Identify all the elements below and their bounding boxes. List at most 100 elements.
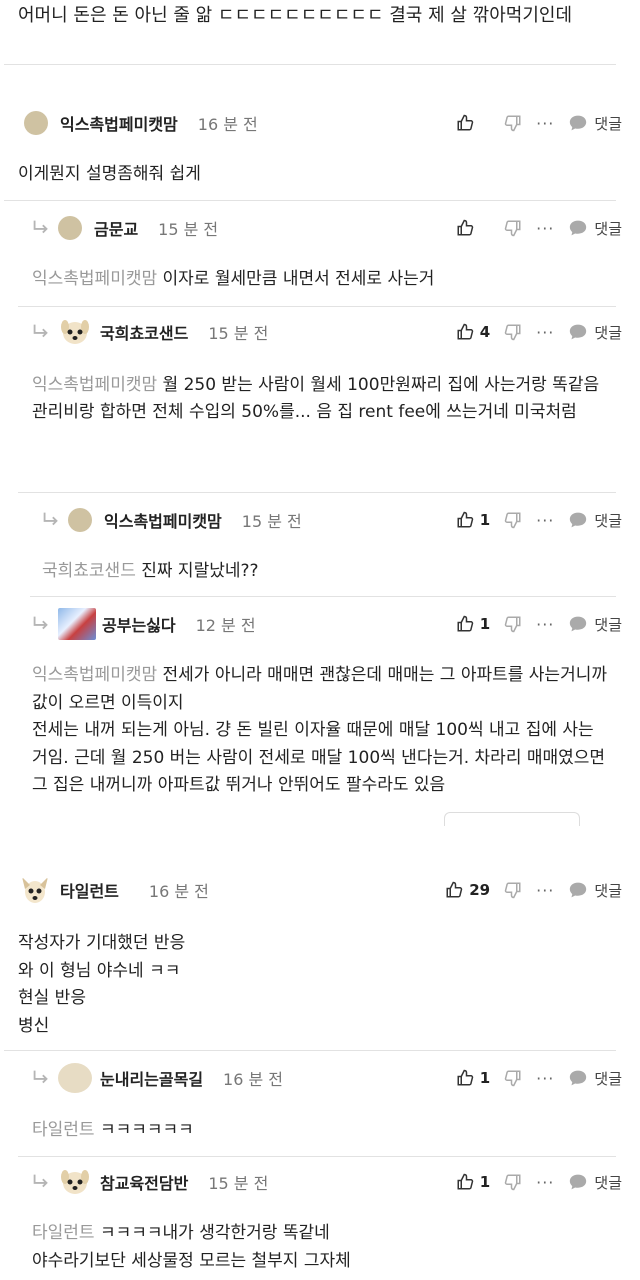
speech-bubble-icon bbox=[570, 324, 587, 340]
reply-arrow-icon bbox=[33, 1174, 48, 1188]
reply-arrow-icon bbox=[33, 220, 48, 234]
like-button[interactable]: 1 bbox=[456, 1069, 490, 1087]
comment-text: 이자로 월세만큼 내면서 전세로 사는거 bbox=[162, 269, 435, 289]
comment-actions: 4 ··· 댓글 bbox=[442, 314, 622, 350]
reply-arrow-icon bbox=[33, 324, 48, 338]
comment-time: 16 분 전 bbox=[223, 1070, 284, 1089]
like-count: 1 bbox=[479, 1069, 491, 1087]
more-options-button[interactable]: ··· bbox=[536, 1173, 554, 1192]
more-options-button[interactable]: ··· bbox=[536, 881, 554, 900]
reply-button[interactable]: 댓글 bbox=[568, 614, 622, 635]
comment-body: 타일런트 ㅋㅋㅋㅋ내가 생각한거랑 똑같네 야수라기보단 세상물정 모르는 철부… bbox=[32, 1220, 351, 1275]
dog-avatar[interactable] bbox=[58, 1165, 92, 1199]
thumbs-up-icon bbox=[446, 881, 463, 898]
dislike-button[interactable] bbox=[504, 1173, 522, 1191]
like-button[interactable]: 1 bbox=[456, 615, 490, 633]
more-options-button[interactable]: ··· bbox=[536, 511, 554, 530]
comment-author[interactable]: 눈내리는골목길 bbox=[100, 1066, 203, 1090]
reply-button[interactable]: 댓글 bbox=[568, 880, 622, 901]
like-button[interactable]: 4 bbox=[456, 323, 490, 341]
comment-body: 타일런트 ㅋㅋㅋㅋㅋㅋ bbox=[32, 1116, 194, 1144]
divider bbox=[18, 306, 616, 307]
comment-header: 타일런트 16 분 전 bbox=[18, 872, 209, 908]
comment-header: 눈내리는골목길 16 분 전 bbox=[30, 1060, 283, 1096]
reply-button[interactable]: 댓글 bbox=[568, 510, 622, 531]
divider bbox=[4, 200, 616, 201]
comment-header: 익스촉법페미캣맘 16 분 전 bbox=[24, 105, 258, 141]
more-options-button[interactable]: ··· bbox=[536, 219, 554, 238]
dislike-button[interactable] bbox=[504, 511, 522, 529]
reply-button[interactable]: 댓글 bbox=[568, 322, 622, 343]
avatar[interactable] bbox=[24, 111, 48, 135]
like-button[interactable]: 29 bbox=[445, 881, 490, 899]
like-button[interactable]: 1 bbox=[456, 511, 490, 529]
mention-link[interactable]: 타일런트 bbox=[32, 1223, 95, 1243]
comment-author[interactable]: 공부는싫다 bbox=[102, 612, 176, 636]
mention-link[interactable]: 익스촉법페미캣맘 bbox=[32, 269, 157, 289]
comment-author[interactable]: 참교육전담반 bbox=[100, 1170, 188, 1194]
comment-header: 참교육전담반 15 분 전 bbox=[30, 1164, 268, 1200]
divider bbox=[30, 596, 616, 597]
thumbs-up-icon bbox=[457, 219, 474, 236]
comment-header: 공부는싫다 12 분 전 bbox=[30, 606, 256, 642]
more-options-button[interactable]: ··· bbox=[536, 615, 554, 634]
comment-time: 15 분 전 bbox=[208, 324, 269, 343]
divider bbox=[4, 1050, 616, 1051]
reply-arrow-icon bbox=[43, 512, 58, 526]
like-count: 29 bbox=[469, 881, 491, 899]
comment-body: 이게뭔지 설명좀해줘 쉽게 bbox=[18, 160, 201, 188]
like-button[interactable] bbox=[456, 114, 490, 132]
reply-button[interactable]: 댓글 bbox=[568, 1172, 622, 1193]
comment-author[interactable]: 타일런트 bbox=[60, 878, 119, 902]
more-options-button[interactable]: ··· bbox=[536, 1069, 554, 1088]
comment-actions: 1 ··· 댓글 bbox=[442, 1060, 622, 1096]
comment-time: 16 분 전 bbox=[197, 115, 258, 134]
comment-actions: ··· 댓글 bbox=[442, 210, 622, 246]
comment-author[interactable]: 금문교 bbox=[94, 216, 138, 240]
avatar[interactable] bbox=[68, 508, 92, 532]
comment-header: 국희쵸코샌드 15 분 전 bbox=[30, 314, 268, 350]
mention-link[interactable]: 타일런트 bbox=[32, 1120, 95, 1140]
dislike-button[interactable] bbox=[504, 323, 522, 341]
picture-avatar[interactable] bbox=[58, 608, 96, 640]
more-options-button[interactable]: ··· bbox=[536, 323, 554, 342]
dislike-button[interactable] bbox=[504, 114, 522, 132]
speech-bubble-icon bbox=[570, 616, 587, 632]
dislike-button[interactable] bbox=[504, 1069, 522, 1087]
thumbs-up-icon bbox=[457, 1173, 473, 1190]
dislike-button[interactable] bbox=[504, 615, 522, 633]
comment-author[interactable]: 익스촉법페미캣맘 bbox=[104, 508, 222, 532]
comment-body: 익스촉법페미캣맘 월 250 받는 사람이 월세 100만원짜리 집에 사는거랑… bbox=[32, 372, 602, 426]
mention-link[interactable]: 익스촉법페미캣맘 bbox=[32, 375, 157, 395]
comment-text: 이게뭔지 설명좀해줘 쉽게 bbox=[18, 164, 201, 184]
comment-author[interactable]: 국희쵸코샌드 bbox=[100, 320, 188, 344]
comment-author[interactable]: 익스촉법페미캣맘 bbox=[60, 111, 178, 135]
comment-time: 15 분 전 bbox=[208, 1174, 269, 1193]
dog-avatar[interactable] bbox=[58, 315, 92, 349]
avatar[interactable] bbox=[58, 216, 82, 240]
mention-link[interactable]: 익스촉법페미캣맘 bbox=[32, 665, 157, 685]
thumbs-down-icon bbox=[504, 512, 521, 529]
reply-button[interactable]: 댓글 bbox=[568, 218, 622, 239]
thumbs-up-icon bbox=[457, 114, 474, 131]
comment-body: 작성자가 기대했던 반응 와 이 형님 야수네 ㅋㅋ 현실 반응 병신 bbox=[18, 930, 185, 1040]
speech-bubble-icon bbox=[570, 1174, 587, 1190]
avatar[interactable] bbox=[58, 1063, 92, 1093]
thumbs-down-icon bbox=[504, 1070, 521, 1087]
thumbs-down-icon bbox=[504, 115, 521, 132]
dog-avatar[interactable] bbox=[18, 873, 52, 907]
thumbs-down-icon bbox=[504, 324, 521, 341]
like-button[interactable]: 1 bbox=[456, 1173, 490, 1191]
comment-actions: 1 ··· 댓글 bbox=[442, 502, 622, 538]
reply-button[interactable]: 댓글 bbox=[568, 1068, 622, 1089]
dislike-button[interactable] bbox=[504, 881, 522, 899]
reply-button[interactable]: 댓글 bbox=[568, 113, 622, 134]
like-button[interactable] bbox=[456, 219, 490, 237]
dislike-button[interactable] bbox=[504, 219, 522, 237]
divider bbox=[18, 1156, 616, 1157]
mention-link[interactable]: 국희쵸코샌드 bbox=[42, 561, 136, 581]
more-options-button[interactable]: ··· bbox=[536, 114, 554, 133]
thumbs-down-icon bbox=[504, 220, 521, 237]
thumbs-down-icon bbox=[504, 616, 521, 633]
thumbs-up-icon bbox=[457, 323, 473, 340]
